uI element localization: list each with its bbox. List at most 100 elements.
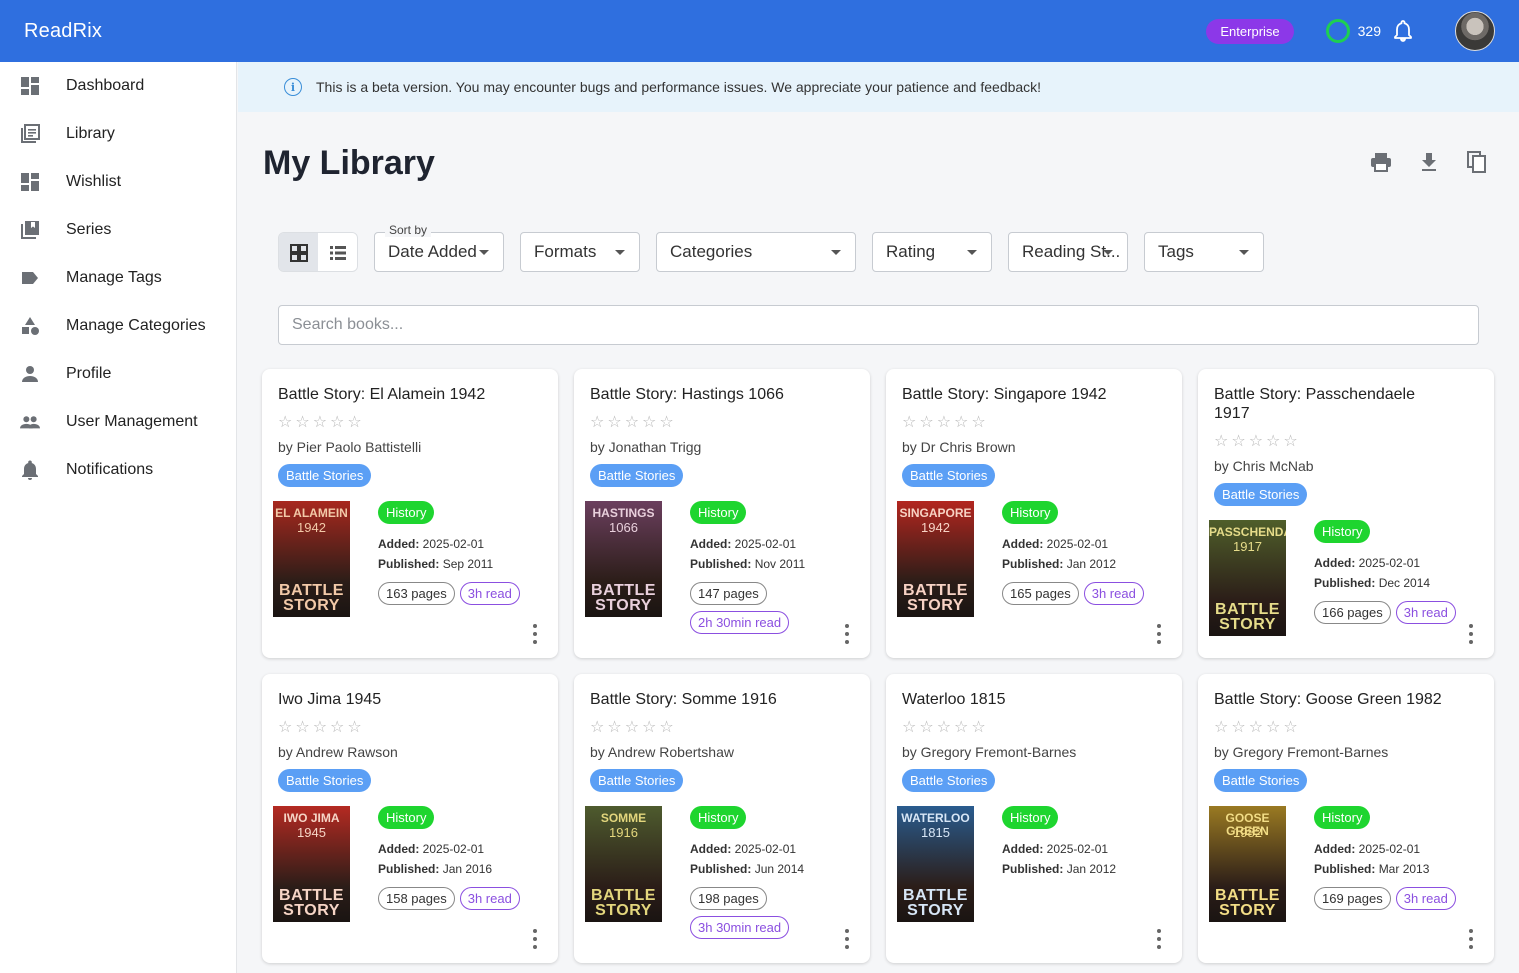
book-cover[interactable]: PASSCHENDAELE 1917 BATTLE STORY <box>1209 520 1286 636</box>
more-options-icon[interactable] <box>840 624 854 644</box>
category-chip[interactable]: Battle Stories <box>590 769 684 792</box>
rating-stars[interactable]: ☆☆☆☆☆ <box>902 717 1166 736</box>
book-dates: Added: 2025-02-01 Published: Sep 2011 <box>378 534 538 574</box>
added-row: Added: 2025-02-01 <box>690 839 850 859</box>
grid-view-icon[interactable] <box>279 233 318 271</box>
book-cover[interactable]: EL ALAMEIN 1942 BATTLE STORY <box>273 501 350 617</box>
sidebar-item-user-management[interactable]: User Management <box>0 398 236 446</box>
tags-select[interactable]: Tags <box>1144 232 1264 272</box>
book-title[interactable]: Battle Story: El Alamein 1942 <box>278 385 508 404</box>
more-options-icon[interactable] <box>528 929 542 949</box>
book-title[interactable]: Iwo Jima 1945 <box>278 690 508 709</box>
categories-select[interactable]: Categories <box>656 232 856 272</box>
formats-select[interactable]: Formats <box>520 232 640 272</box>
sidebar-item-library[interactable]: Library <box>0 110 236 158</box>
sidebar-item-series[interactable]: Series <box>0 206 236 254</box>
genre-chip[interactable]: History <box>1314 806 1371 829</box>
sidebar-item-dashboard[interactable]: Dashboard <box>0 62 236 110</box>
book-author: by Andrew Robertshaw <box>590 744 734 760</box>
rating-stars[interactable]: ☆☆☆☆☆ <box>902 412 1166 431</box>
cover-series: BATTLE STORY <box>903 887 968 919</box>
added-date: 2025-02-01 <box>422 842 485 856</box>
sort-select[interactable]: Sort by Date Added <box>374 223 504 272</box>
book-title[interactable]: Battle Story: Singapore 1942 <box>902 385 1132 404</box>
genre-chip[interactable]: History <box>1002 501 1059 524</box>
book-cover[interactable]: IWO JIMA 1945 BATTLE STORY <box>273 806 350 922</box>
book-cover[interactable]: WATERLOO 1815 BATTLE STORY <box>897 806 974 922</box>
more-options-icon[interactable] <box>840 929 854 949</box>
rating-stars[interactable]: ☆☆☆☆☆ <box>278 412 542 431</box>
added-label: Added: <box>378 842 420 856</box>
more-options-icon[interactable] <box>1152 624 1166 644</box>
book-stats: 163 pages 3h read <box>378 582 538 605</box>
genre-chip[interactable]: History <box>690 806 747 829</box>
book-card[interactable]: Battle Story: El Alamein 1942 ☆☆☆☆☆ by P… <box>262 369 558 658</box>
rating-stars[interactable]: ☆☆☆☆☆ <box>1214 431 1478 450</box>
category-chip[interactable]: Battle Stories <box>902 769 996 792</box>
card-body: WATERLOO 1815 BATTLE STORY History Added… <box>897 806 1166 922</box>
more-options-icon[interactable] <box>1464 929 1478 949</box>
cover-series: BATTLE STORY <box>591 582 656 614</box>
book-title[interactable]: Battle Story: Hastings 1066 <box>590 385 820 404</box>
book-cover[interactable]: HASTINGS 1066 BATTLE STORY <box>585 501 662 617</box>
book-info: History Added: 2025-02-01 Published: Dec… <box>1314 520 1474 636</box>
book-card[interactable]: Battle Story: Goose Green 1982 ☆☆☆☆☆ by … <box>1198 674 1494 963</box>
book-cover[interactable]: GOOSE GREEN 1982 BATTLE STORY <box>1209 806 1286 922</box>
genre-chip[interactable]: History <box>1314 520 1371 543</box>
sidebar-item-notifications[interactable]: Notifications <box>0 446 236 494</box>
genre-chip[interactable]: History <box>690 501 747 524</box>
category-chip[interactable]: Battle Stories <box>902 464 996 487</box>
sidebar-item-manage-tags[interactable]: Manage Tags <box>0 254 236 302</box>
book-title[interactable]: Battle Story: Somme 1916 <box>590 690 820 709</box>
category-chip[interactable]: Battle Stories <box>278 464 372 487</box>
list-view-icon[interactable] <box>318 233 357 271</box>
book-card[interactable]: Battle Story: Passchendaele 1917 ☆☆☆☆☆ b… <box>1198 369 1494 658</box>
cover-year: 1916 <box>609 825 638 840</box>
book-card[interactable]: Waterloo 1815 ☆☆☆☆☆ by Gregory Fremont-B… <box>886 674 1182 963</box>
sidebar-item-wishlist[interactable]: Wishlist <box>0 158 236 206</box>
category-chip[interactable]: Battle Stories <box>278 769 372 792</box>
series-icon <box>20 220 40 240</box>
category-chip[interactable]: Battle Stories <box>1214 769 1308 792</box>
genre-chip[interactable]: History <box>378 806 435 829</box>
beta-banner-text: This is a beta version. You may encounte… <box>316 79 1042 95</box>
published-row: Published: Jan 2012 <box>1002 859 1116 879</box>
category-chip[interactable]: Battle Stories <box>1214 483 1308 506</box>
print-icon[interactable] <box>1369 150 1393 174</box>
book-cover[interactable]: SINGAPORE 1942 BATTLE STORY <box>897 501 974 617</box>
book-card[interactable]: Battle Story: Somme 1916 ☆☆☆☆☆ by Andrew… <box>574 674 870 963</box>
rating-stars[interactable]: ☆☆☆☆☆ <box>590 717 854 736</box>
sidebar-item-profile[interactable]: Profile <box>0 350 236 398</box>
more-options-icon[interactable] <box>1464 624 1478 644</box>
search-input[interactable] <box>278 305 1479 345</box>
category-chip[interactable]: Battle Stories <box>590 464 684 487</box>
book-card[interactable]: Battle Story: Hastings 1066 ☆☆☆☆☆ by Jon… <box>574 369 870 658</box>
user-avatar[interactable] <box>1455 11 1495 51</box>
genre-chip[interactable]: History <box>378 501 435 524</box>
rating-stars[interactable]: ☆☆☆☆☆ <box>590 412 854 431</box>
rating-select[interactable]: Rating <box>872 232 992 272</box>
cover-series: BATTLE STORY <box>279 582 344 614</box>
book-card[interactable]: Battle Story: Singapore 1942 ☆☆☆☆☆ by Dr… <box>886 369 1182 658</box>
copy-icon[interactable] <box>1465 150 1489 174</box>
sidebar-item-manage-categories[interactable]: Manage Categories <box>0 302 236 350</box>
book-title[interactable]: Battle Story: Goose Green 1982 <box>1214 690 1444 709</box>
book-title[interactable]: Battle Story: Passchendaele 1917 <box>1214 385 1444 423</box>
added-row: Added: 2025-02-01 <box>1002 839 1116 859</box>
notifications-bell-icon[interactable] <box>1391 19 1415 43</box>
rating-stars[interactable]: ☆☆☆☆☆ <box>1214 717 1478 736</box>
genre-chip[interactable]: History <box>1002 806 1059 829</box>
rating-stars[interactable]: ☆☆☆☆☆ <box>278 717 542 736</box>
more-options-icon[interactable] <box>1152 929 1166 949</box>
download-icon[interactable] <box>1417 150 1441 174</box>
book-cover[interactable]: SOMME 1916 BATTLE STORY <box>585 806 662 922</box>
cover-title: EL ALAMEIN <box>275 506 348 520</box>
reading-status-select[interactable]: Reading St... <box>1008 232 1128 272</box>
brand-logo[interactable]: ReadRix <box>24 20 102 43</box>
published-row: Published: Jan 2012 <box>1002 554 1162 574</box>
book-card[interactable]: Iwo Jima 1945 ☆☆☆☆☆ by Andrew Rawson Bat… <box>262 674 558 963</box>
book-title[interactable]: Waterloo 1815 <box>902 690 1132 709</box>
sidebar-item-label: Manage Categories <box>66 317 206 334</box>
more-options-icon[interactable] <box>528 624 542 644</box>
book-stats: 169 pages 3h read <box>1314 887 1474 910</box>
